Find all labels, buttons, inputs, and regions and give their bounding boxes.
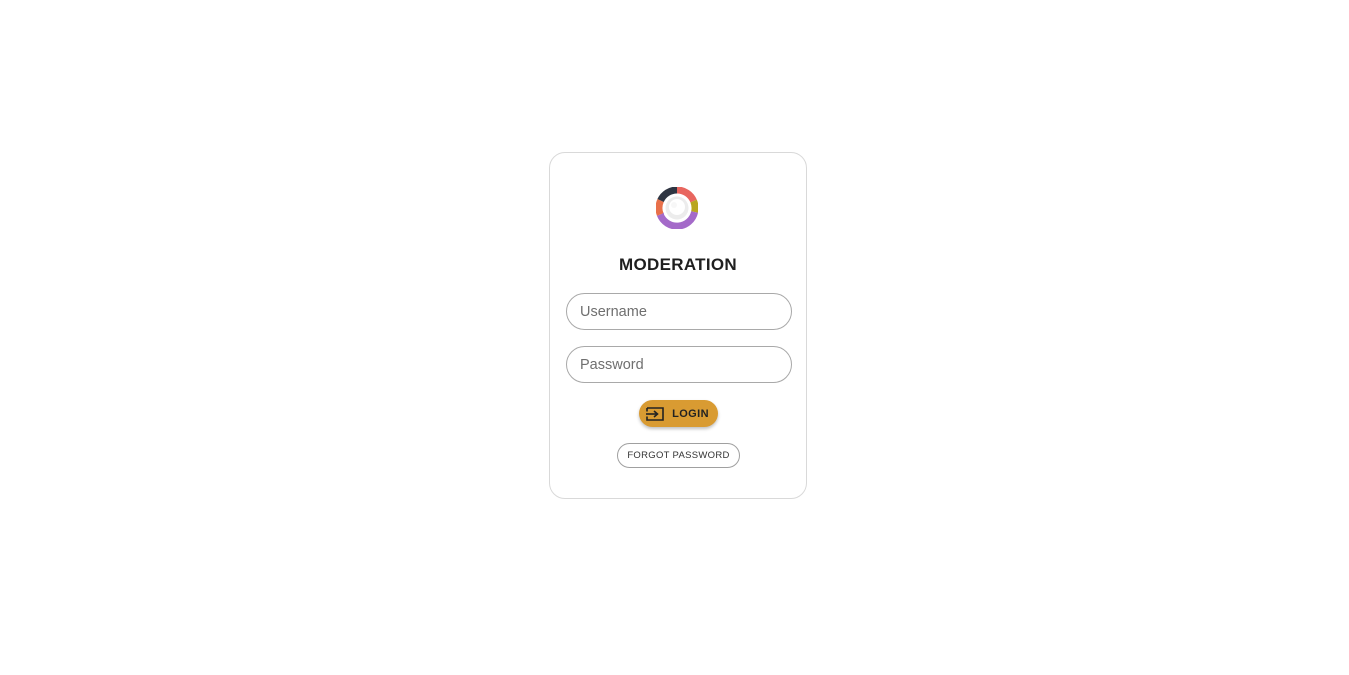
password-field[interactable] — [566, 346, 792, 383]
app-logo-icon — [655, 186, 699, 230]
username-field[interactable] — [566, 293, 792, 330]
login-button-label: LOGIN — [672, 407, 709, 420]
page-title: MODERATION — [619, 255, 737, 274]
forgot-password-button[interactable]: FORGOT PASSWORD — [617, 443, 740, 468]
login-card: MODERATION LOGIN FORGOT PASSWORD — [549, 152, 807, 499]
login-enter-icon — [646, 406, 664, 421]
login-button[interactable]: LOGIN — [639, 400, 718, 427]
